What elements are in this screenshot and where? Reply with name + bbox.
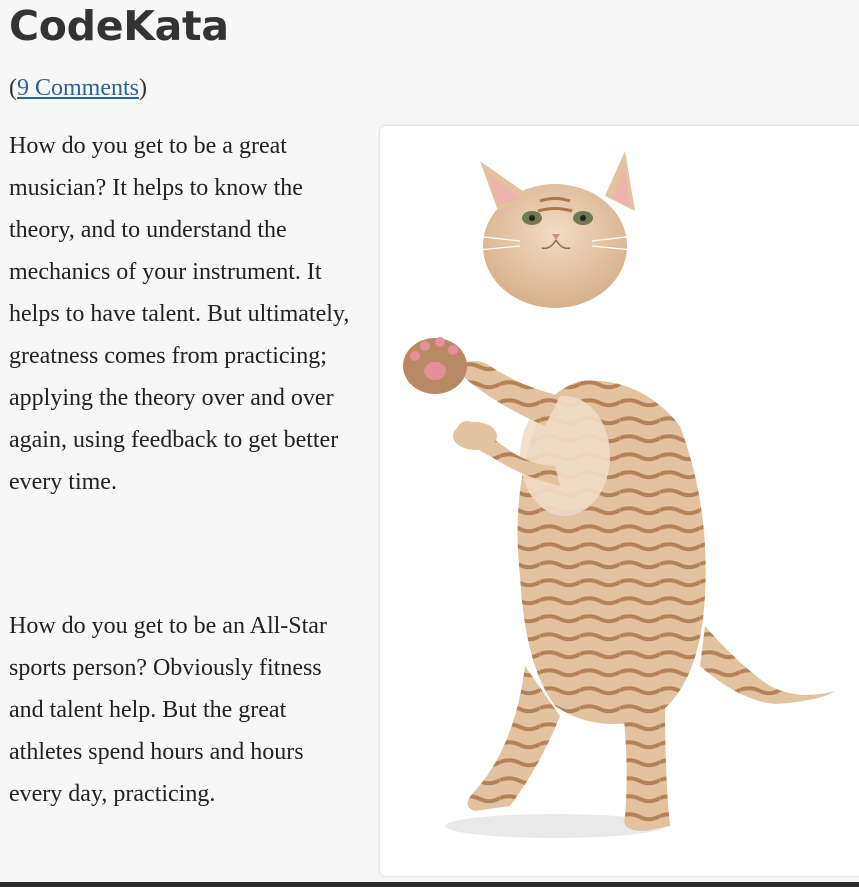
comments-open-paren: ( [9,75,17,101]
kitten-image [392,138,859,863]
post-paragraph-2: How do you get to be an All-Star sports … [9,613,327,807]
comments-close-paren: ) [139,75,148,101]
post-paragraph-1: How do you get to be a great musician? I… [9,133,350,495]
comments-line: (9 Comments) [9,72,147,104]
post-image-frame [380,126,859,876]
comments-link[interactable]: 9 Comments [17,75,139,101]
page-title: CodeKata [9,2,229,50]
bottom-divider [0,882,859,887]
